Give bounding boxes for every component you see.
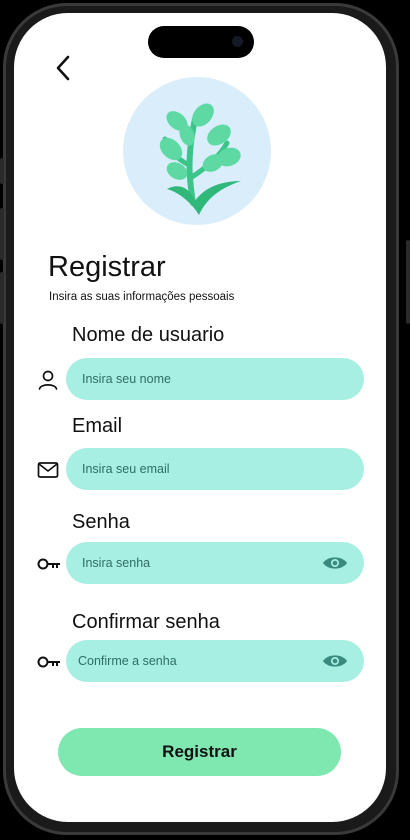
eye-icon[interactable] (322, 554, 348, 572)
app-screen: Registrar Insira as suas informações pes… (14, 13, 386, 822)
username-label: Nome de usuario (72, 324, 225, 346)
camera-icon (232, 36, 243, 47)
user-icon (36, 368, 60, 392)
confirm-password-field[interactable] (66, 640, 364, 682)
password-input[interactable] (82, 542, 302, 584)
username-field[interactable] (66, 358, 364, 400)
chevron-left-icon (56, 55, 70, 81)
page-subtitle: Insira as suas informações pessoais (49, 291, 235, 303)
back-button[interactable] (50, 53, 78, 83)
register-button[interactable]: Registrar (58, 728, 341, 776)
volume-down-button (0, 272, 4, 324)
eye-icon[interactable] (322, 652, 348, 670)
page-title: Registrar (48, 251, 166, 283)
plant-leaf-icon (159, 103, 241, 215)
logo (123, 77, 271, 225)
volume-up-button (0, 208, 4, 260)
password-label: Senha (72, 511, 130, 533)
email-label: Email (72, 415, 123, 437)
confirm-password-label: Confirmar senha (72, 611, 220, 633)
key-icon (36, 650, 62, 674)
key-icon (36, 552, 62, 576)
mail-icon (36, 458, 60, 482)
power-button (406, 240, 410, 324)
email-input[interactable] (82, 448, 302, 490)
action-button (0, 158, 4, 184)
confirm-password-input[interactable] (78, 640, 298, 682)
dynamic-island (148, 26, 254, 58)
password-field[interactable] (66, 542, 364, 584)
email-field[interactable] (66, 448, 364, 490)
username-input[interactable] (82, 358, 302, 400)
